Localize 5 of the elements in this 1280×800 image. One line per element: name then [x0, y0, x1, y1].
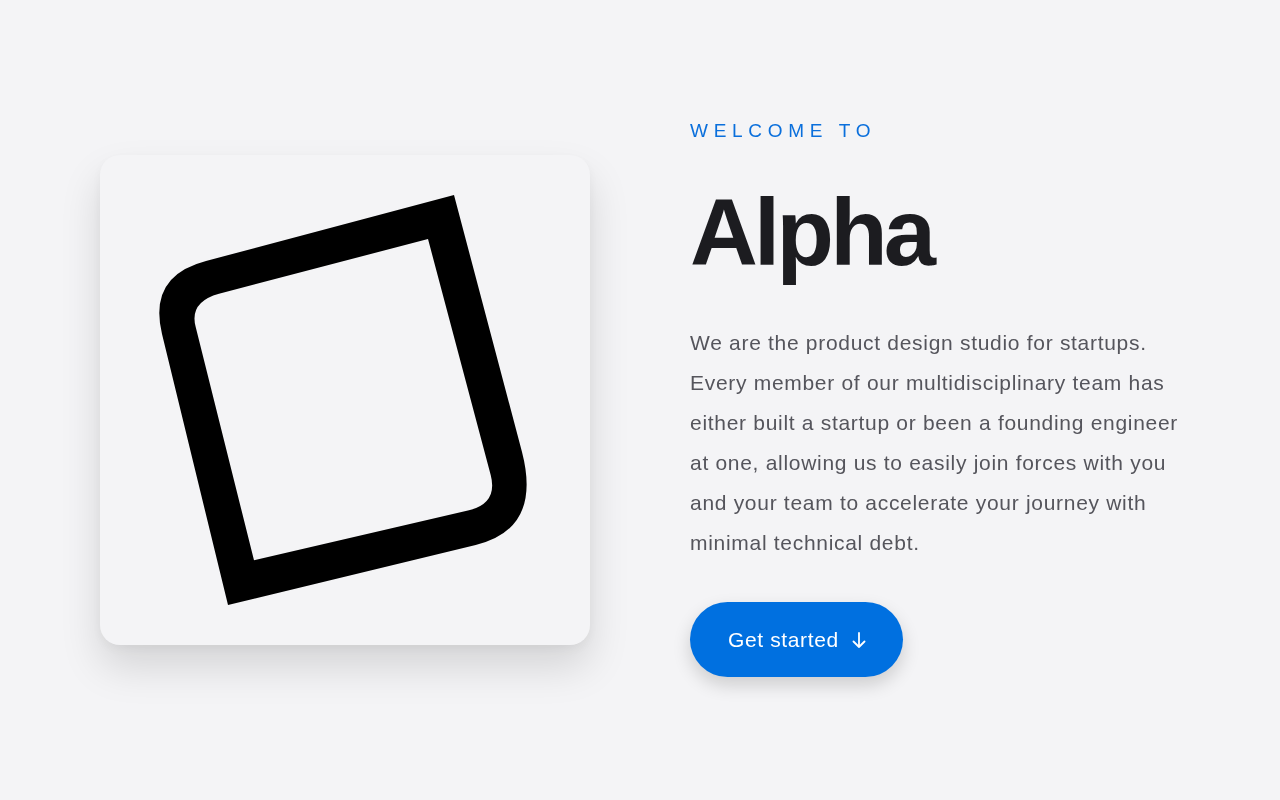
- hero-title: Alpha: [690, 181, 935, 284]
- eyebrow-text: WELCOME TO: [690, 119, 877, 143]
- get-started-button[interactable]: Get started: [690, 602, 903, 677]
- arrow-down-icon: [851, 631, 866, 648]
- hero-description: We are the product design studio for startups. Every member of our multidisciplinary team has either built a startup or been a founding engineer at one, allowing us to easily join forces with you and your team to accelerate your journey with minimal technical debt.: [690, 330, 1179, 556]
